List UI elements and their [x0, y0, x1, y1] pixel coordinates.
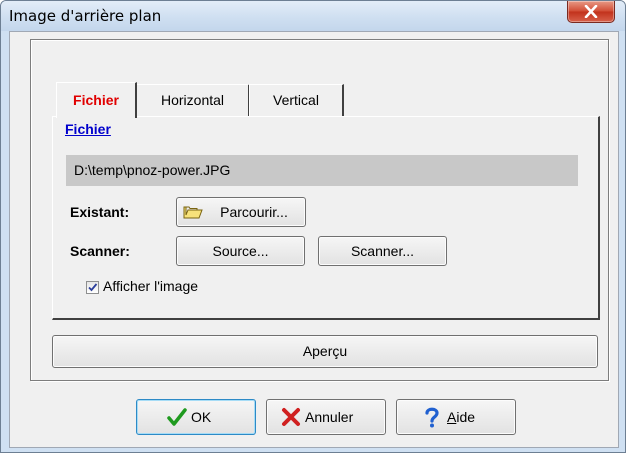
help-button-label: Aide — [447, 400, 475, 434]
show-image-label: Afficher l'image — [103, 278, 199, 294]
x-icon — [282, 408, 300, 426]
title-bar[interactable]: Image d'arrière plan — [1, 1, 625, 31]
section-label-fichier: Fichier — [65, 121, 111, 137]
scanner-label: Scanner: — [70, 243, 130, 259]
close-icon — [584, 5, 598, 18]
browse-button[interactable]: Parcourir... — [176, 197, 306, 227]
tab-horizontal[interactable]: Horizontal — [136, 84, 250, 116]
question-icon — [425, 407, 439, 428]
source-button[interactable]: Source... — [176, 236, 305, 266]
checkmark-icon — [167, 408, 187, 426]
cancel-button[interactable]: Annuler — [266, 399, 386, 435]
tab-fichier[interactable]: Fichier — [56, 82, 137, 118]
browse-button-label: Parcourir... — [220, 204, 288, 220]
window-title: Image d'arrière plan — [9, 7, 162, 25]
show-image-checkbox[interactable] — [86, 281, 99, 294]
file-path-field: D:\temp\pnoz-power.JPG — [66, 155, 578, 186]
scan-button[interactable]: Scanner... — [318, 236, 447, 266]
help-accelerator: A — [447, 409, 457, 425]
close-button[interactable] — [567, 1, 615, 23]
ok-button-label: OK — [191, 409, 212, 425]
tab-vertical[interactable]: Vertical — [249, 84, 344, 116]
checkmark-small-icon — [88, 283, 98, 292]
ok-button[interactable]: OK — [136, 399, 256, 435]
folder-icon — [183, 206, 203, 219]
existing-label: Existant: — [70, 204, 130, 220]
help-label-rest: ide — [456, 409, 476, 425]
preview-button[interactable]: Aperçu — [52, 335, 598, 368]
help-button[interactable]: Aide — [396, 399, 516, 435]
cancel-button-label: Annuler — [305, 409, 354, 425]
